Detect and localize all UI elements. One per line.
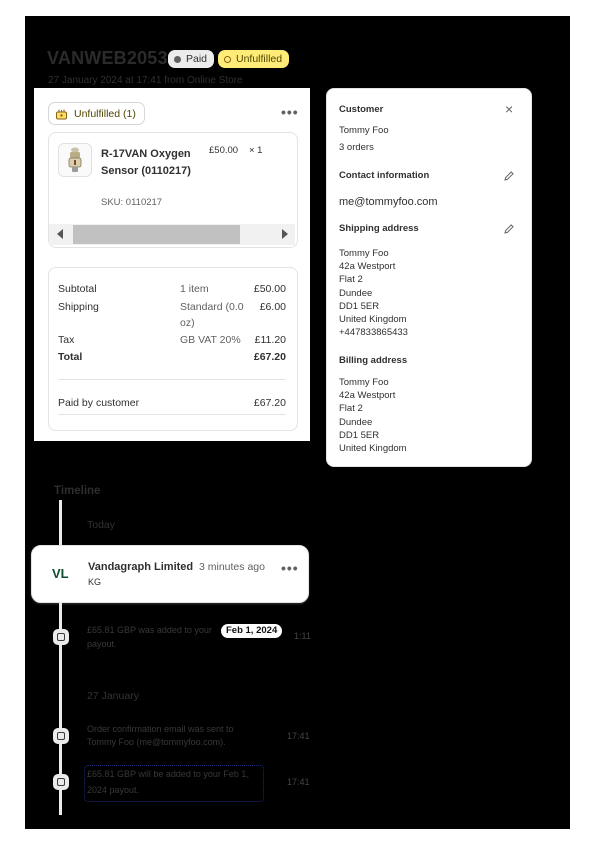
total-amount: £67.20 (253, 351, 286, 363)
unfulfilled-badge: Unfulfilled (218, 50, 290, 68)
paid-by-customer-amount: £67.20 (253, 397, 286, 409)
timeline-event-text-cont[interactable]: 2024 payout. (87, 783, 139, 798)
timeline-event-node (53, 774, 69, 790)
unfulfilled-ring-icon (224, 55, 231, 63)
paid-badge: Paid (168, 50, 215, 68)
timeline-comment-card[interactable] (31, 545, 309, 603)
item-quantity: × 1 (249, 145, 263, 156)
billing-line: United Kingdom (339, 443, 407, 455)
scroll-right-icon[interactable] (282, 229, 288, 239)
shipping-label: Shipping (58, 301, 99, 313)
subtotal-amount: £50.00 (253, 283, 286, 295)
summary-divider (58, 379, 286, 380)
item-price: £50.00 (209, 145, 239, 156)
comment-body: KG (88, 577, 102, 587)
unfulfilled-badge-label: Unfulfilled (236, 53, 283, 65)
oxygen-sensor-product-image (68, 147, 82, 172)
shipping-line: Dundee (339, 287, 373, 299)
order-subtitle: 27 January 2024 at 17:41 from Online Sto… (48, 75, 243, 86)
tax-amount: £11.20 (254, 334, 286, 346)
billing-address-heading: Billing address (339, 355, 408, 366)
comment-time-ago: 3 minutes ago (199, 561, 265, 573)
summary-bottom-divider (58, 414, 286, 415)
subtotal-label: Subtotal (58, 283, 97, 295)
tax-label: Tax (58, 334, 75, 346)
shipping-address-heading: Shipping address (339, 223, 419, 234)
payout-date-chip[interactable]: Feb 1, 2024 (221, 624, 283, 638)
customer-heading: Customer (339, 104, 384, 115)
shipping-address-block: Tommy Foo 42a Westport Flat 2 Dundee DD1… (339, 247, 408, 339)
timeline-event-time: 17:41 (287, 731, 310, 741)
scrollbar-thumb[interactable] (73, 225, 240, 244)
shipping-line: DD1 5ER (339, 300, 380, 312)
timeline-event-time: 17:41 (287, 777, 310, 787)
billing-address-block: Tommy Foo 42a Westport Flat 2 Dundee DD1… (339, 376, 407, 455)
item-sku: SKU: 0110217 (101, 197, 163, 208)
billing-line: DD1 5ER (339, 429, 380, 441)
customer-email[interactable]: me@tommyfoo.com (339, 196, 438, 208)
total-label: Total (58, 351, 83, 363)
timeline-event-text[interactable]: £65.81 GBP will be added to your Feb 1, (87, 767, 249, 782)
timeline-today-label: Today (87, 519, 116, 531)
contact-heading: Contact information (339, 170, 430, 181)
customer-orders[interactable]: 3 orders (339, 142, 374, 153)
timeline-event-time: 1:11 (294, 631, 311, 641)
subtotal-detail: 1 item (180, 283, 209, 295)
avatar: VL (52, 566, 69, 581)
billing-line: Flat 2 (339, 403, 363, 415)
comment-author: Vandagraph Limited (88, 561, 194, 573)
fulfillment-more-button[interactable]: ••• (281, 104, 299, 120)
event-square-icon (57, 633, 65, 641)
package-icon (56, 109, 67, 119)
shipping-line: Tommy Foo (339, 248, 389, 259)
item-name[interactable]: R-17VAN Oxygen Sensor (0110217) (101, 146, 201, 179)
order-number: VANWEB2053 (47, 48, 168, 68)
timeline-date-label: 27 January (87, 690, 139, 702)
shipping-amount: £6.00 (259, 301, 286, 313)
shipping-line: 42a Westport (339, 261, 396, 273)
billing-line: Tommy Foo (339, 377, 389, 388)
paid-dot-icon (174, 55, 181, 63)
paid-badge-label: Paid (186, 53, 208, 65)
timeline-heading: Timeline (54, 485, 101, 497)
close-icon[interactable]: × (505, 101, 513, 117)
billing-line: 42a Westport (339, 390, 396, 402)
unfulfilled-status-chip: Unfulfilled (1) (48, 102, 145, 125)
shipping-line: Flat 2 (339, 274, 363, 286)
scroll-left-icon[interactable] (57, 229, 63, 239)
timeline-event-node (53, 728, 69, 744)
comment-more-button[interactable]: ••• (281, 560, 299, 576)
shipping-phone: +447833865433 (339, 327, 408, 339)
edit-shipping-pencil-icon[interactable] (503, 223, 515, 235)
paid-by-customer-label: Paid by customer (58, 397, 140, 409)
billing-line: Dundee (339, 416, 373, 428)
event-square-icon (57, 778, 65, 786)
event-square-icon (57, 732, 65, 740)
unfulfilled-status-label: Unfulfilled (1) (74, 107, 136, 120)
customer-name[interactable]: Tommy Foo (339, 125, 389, 136)
product-thumbnail (58, 143, 92, 177)
timeline-event-node (53, 629, 69, 645)
edit-contact-pencil-icon[interactable] (503, 170, 515, 182)
shipping-line: United Kingdom (339, 314, 407, 326)
timeline-event-text-cont: Tommy Foo (me@tommyfoo.com). (87, 737, 226, 747)
timeline-event-text-cont: payout. (87, 639, 117, 649)
timeline-event-text: £65.81 GBP was added to your (87, 625, 212, 635)
